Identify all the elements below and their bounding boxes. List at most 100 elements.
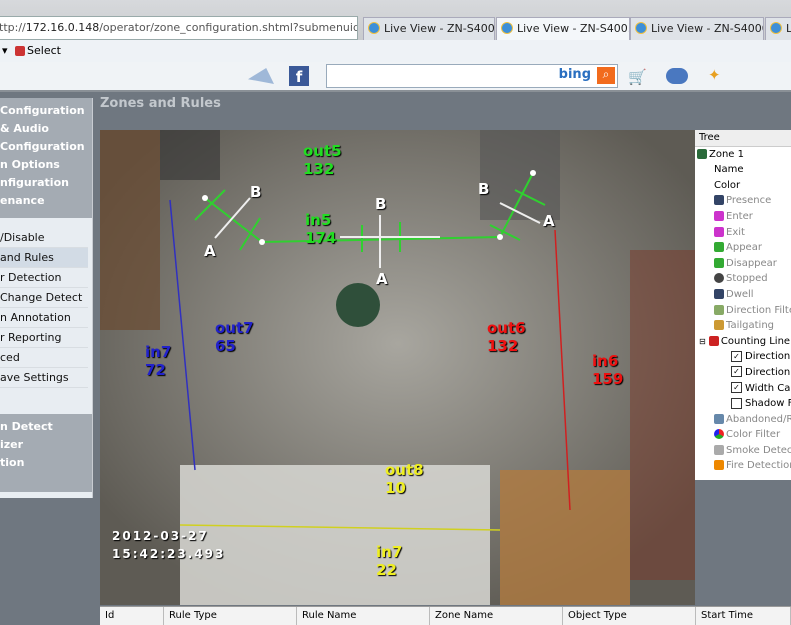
stopped-icon bbox=[714, 273, 724, 284]
game-icon[interactable]: ✦ bbox=[708, 66, 721, 84]
cart-icon[interactable]: 🛒 bbox=[628, 68, 647, 86]
counter-in7-blue: in7 72 bbox=[145, 343, 172, 379]
tree-item-counting-line[interactable]: ⊟ Counting Line bbox=[695, 334, 791, 350]
checkbox-unchecked[interactable] bbox=[731, 397, 742, 409]
tree-item-color-filter[interactable]: Color Filter bbox=[695, 427, 791, 443]
tree-item-presence[interactable]: Presence bbox=[695, 193, 791, 209]
column-id[interactable]: Id bbox=[100, 607, 164, 625]
dwell-icon bbox=[714, 288, 724, 299]
sidebar-link[interactable]: tion bbox=[0, 454, 92, 472]
column-start-time[interactable]: Start Time bbox=[696, 607, 791, 625]
search-icon[interactable]: ⌕ bbox=[597, 67, 615, 84]
tree-item-direction-a[interactable]: ✓Direction A bbox=[695, 349, 791, 365]
url-path: /operator/zone_configuration.shtml?subme… bbox=[99, 21, 358, 34]
tree-item-appear[interactable]: Appear bbox=[695, 240, 791, 256]
sidebar-item[interactable]: Change Detect bbox=[0, 288, 88, 308]
tree-item-fire-detection[interactable]: Fire Detection bbox=[695, 458, 791, 474]
shelf-right bbox=[480, 130, 560, 220]
sidebar-link[interactable]: n Options bbox=[0, 156, 92, 174]
browser-tab-active[interactable]: Live View - ZN-S400... × bbox=[496, 17, 630, 41]
tree-item-exit[interactable]: Exit bbox=[695, 225, 791, 241]
counter-out8: out8 10 bbox=[385, 461, 424, 497]
ie-icon bbox=[368, 22, 380, 34]
browser-tab[interactable]: Live View - ZN-S4000VE bbox=[630, 17, 764, 41]
tab-label: Live View - ZN-S4000VE bbox=[651, 22, 763, 35]
tree-item-color[interactable]: Color bbox=[695, 178, 791, 194]
tree-item-shadow-filter[interactable]: Shadow Filter bbox=[695, 396, 791, 412]
direction-b-label: B bbox=[478, 180, 490, 198]
sidebar-item[interactable]: ced bbox=[0, 348, 88, 368]
sidebar-link[interactable]: & Audio bbox=[0, 120, 92, 138]
sidebar-link[interactable]: nfiguration bbox=[0, 174, 92, 192]
counter-in7-yellow: in7 22 bbox=[376, 543, 403, 579]
checkbox-checked[interactable]: ✓ bbox=[731, 382, 742, 393]
display-case bbox=[160, 130, 220, 180]
counter bbox=[180, 465, 490, 605]
zone-label: Zone 1 bbox=[709, 148, 744, 160]
sidebar-item[interactable]: r Reporting bbox=[0, 328, 88, 348]
zone-icon bbox=[697, 148, 707, 159]
tree-item-stopped[interactable]: Stopped bbox=[695, 271, 791, 287]
sidebar-item[interactable]: ave Settings bbox=[0, 368, 88, 388]
counter-out6: out6 132 bbox=[487, 319, 526, 355]
page-title: Zones and Rules bbox=[100, 96, 221, 111]
shelf-far-right bbox=[630, 250, 695, 580]
address-bar[interactable]: ttp://172.16.0.148/operator/zone_configu… bbox=[0, 16, 358, 40]
counter-out7: out7 65 bbox=[215, 319, 254, 355]
tree-item-width-calibration[interactable]: ✓Width Calibration bbox=[695, 381, 791, 397]
appear-icon bbox=[714, 242, 724, 253]
checkbox-checked[interactable]: ✓ bbox=[731, 350, 742, 362]
video-icon[interactable] bbox=[666, 68, 688, 84]
tree-item-dwell[interactable]: Dwell bbox=[695, 287, 791, 303]
sidebar-link[interactable]: Configuration bbox=[0, 102, 92, 120]
tree-zone[interactable]: Zone 1 bbox=[695, 147, 791, 163]
tree-header: Tree bbox=[695, 130, 791, 147]
disappear-icon bbox=[714, 257, 724, 268]
tree-item-name[interactable]: Name bbox=[695, 162, 791, 178]
tab-label: Li bbox=[786, 22, 791, 35]
sidebar-link[interactable]: enance bbox=[0, 192, 92, 210]
sidebar-group-secondary: n Detect izer tion bbox=[0, 414, 92, 492]
sidebar: Configuration & Audio Configuration n Op… bbox=[0, 98, 93, 498]
rule-tree[interactable]: Tree Zone 1 Name Color Presence Enter Ex… bbox=[695, 130, 791, 480]
fire-icon bbox=[714, 460, 724, 471]
tree-item-direction-filter[interactable]: Direction Filter bbox=[695, 303, 791, 319]
dropdown-arrow-icon[interactable]: ▾ bbox=[2, 44, 8, 57]
sidebar-link[interactable]: n Detect bbox=[0, 418, 92, 436]
tree-item-direction-b[interactable]: ✓Direction B bbox=[695, 365, 791, 381]
sidebar-item-zones-and-rules[interactable]: and Rules bbox=[0, 248, 88, 268]
sidebar-link[interactable]: Configuration bbox=[0, 138, 92, 156]
column-zone-name[interactable]: Zone Name bbox=[430, 607, 563, 625]
browser-tab[interactable]: Li bbox=[765, 17, 791, 41]
url-host: 172.16.0.148 bbox=[25, 21, 100, 34]
tree-item-smoke-detection[interactable]: Smoke Detection bbox=[695, 443, 791, 459]
select-button[interactable]: Select bbox=[27, 44, 61, 57]
direction-b-label: B bbox=[250, 183, 262, 201]
sidebar-item[interactable]: /Disable bbox=[0, 228, 88, 248]
sidebar-group-main: Configuration & Audio Configuration n Op… bbox=[0, 98, 92, 218]
select-icon bbox=[15, 46, 26, 56]
search-input[interactable]: bing ⌕ bbox=[326, 64, 618, 88]
collapse-icon[interactable]: ⊟ bbox=[699, 337, 706, 346]
command-bar: ▾ Select bbox=[0, 40, 791, 62]
sidebar-link[interactable]: izer bbox=[0, 436, 92, 454]
tree-item-enter[interactable]: Enter bbox=[695, 209, 791, 225]
browser-tab[interactable]: Live View - ZN-S4000VE bbox=[363, 17, 495, 41]
sidebar-item[interactable]: r Detection bbox=[0, 268, 88, 288]
tab-label: Live View - ZN-S4000VE bbox=[384, 22, 495, 35]
email-icon[interactable] bbox=[248, 68, 274, 84]
camera-view[interactable]: B A B A B A out5 132 in5 174 out7 65 in7 72 … bbox=[100, 130, 695, 605]
ie-icon bbox=[501, 22, 513, 34]
url-prefix: ttp:// bbox=[0, 21, 26, 34]
column-object-type[interactable]: Object Type bbox=[563, 607, 696, 625]
sidebar-item[interactable]: n Annotation bbox=[0, 308, 88, 328]
tree-item-abandoned[interactable]: Abandoned/Removed bbox=[695, 412, 791, 428]
column-rule-name[interactable]: Rule Name bbox=[297, 607, 430, 625]
tree-item-disappear[interactable]: Disappear bbox=[695, 256, 791, 272]
column-rule-type[interactable]: Rule Type bbox=[164, 607, 297, 625]
checkbox-checked[interactable]: ✓ bbox=[731, 366, 742, 378]
floor-sign bbox=[336, 283, 380, 327]
tree-item-tailgating[interactable]: Tailgating bbox=[695, 318, 791, 334]
facebook-icon[interactable]: f bbox=[289, 66, 309, 86]
tailgating-icon bbox=[714, 320, 724, 331]
